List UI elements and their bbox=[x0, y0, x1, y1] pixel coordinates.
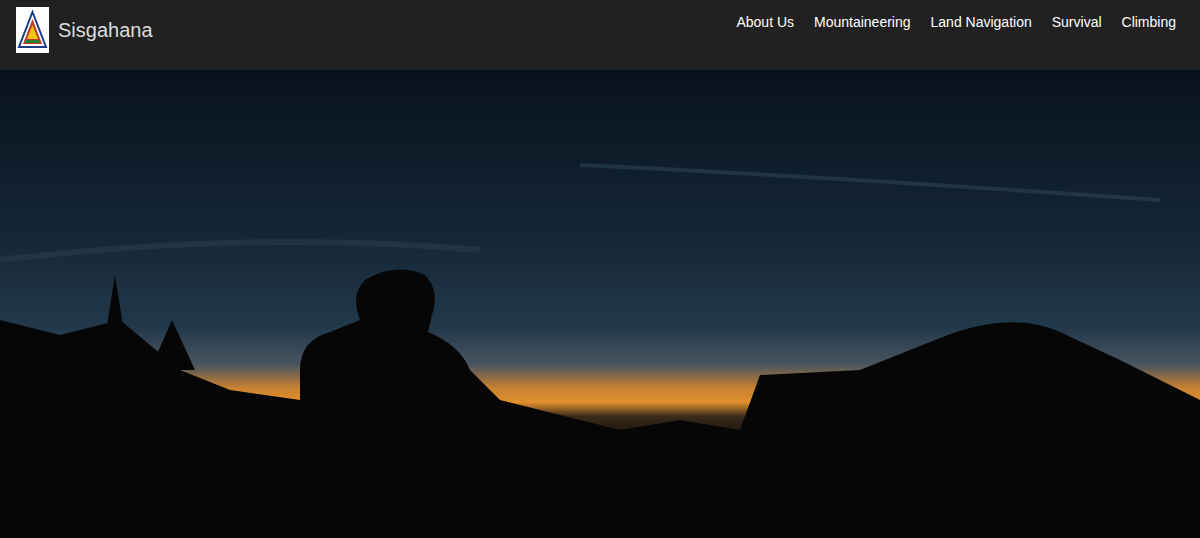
page: Sisgahana About Us Mountaineering Land Navi… bbox=[0, 0, 1200, 538]
nav-link[interactable]: Land Navigation bbox=[931, 12, 1032, 33]
nav-link[interactable]: About Us bbox=[736, 12, 794, 33]
hero-photo bbox=[0, 70, 1200, 538]
site-header: Sisgahana About Us Mountaineering Land Navi… bbox=[0, 0, 1200, 70]
nav-link[interactable]: Mountaineering bbox=[814, 12, 911, 33]
logo-icon[interactable] bbox=[16, 7, 49, 53]
nav-link[interactable]: Survival bbox=[1052, 12, 1102, 33]
nav-link[interactable]: Climbing bbox=[1122, 12, 1176, 33]
main-nav: About Us Mountaineering Land Navigation Sur… bbox=[736, 0, 1176, 33]
site-title[interactable]: Sisgahana bbox=[58, 15, 153, 45]
brand[interactable]: Sisgahana bbox=[16, 0, 153, 53]
